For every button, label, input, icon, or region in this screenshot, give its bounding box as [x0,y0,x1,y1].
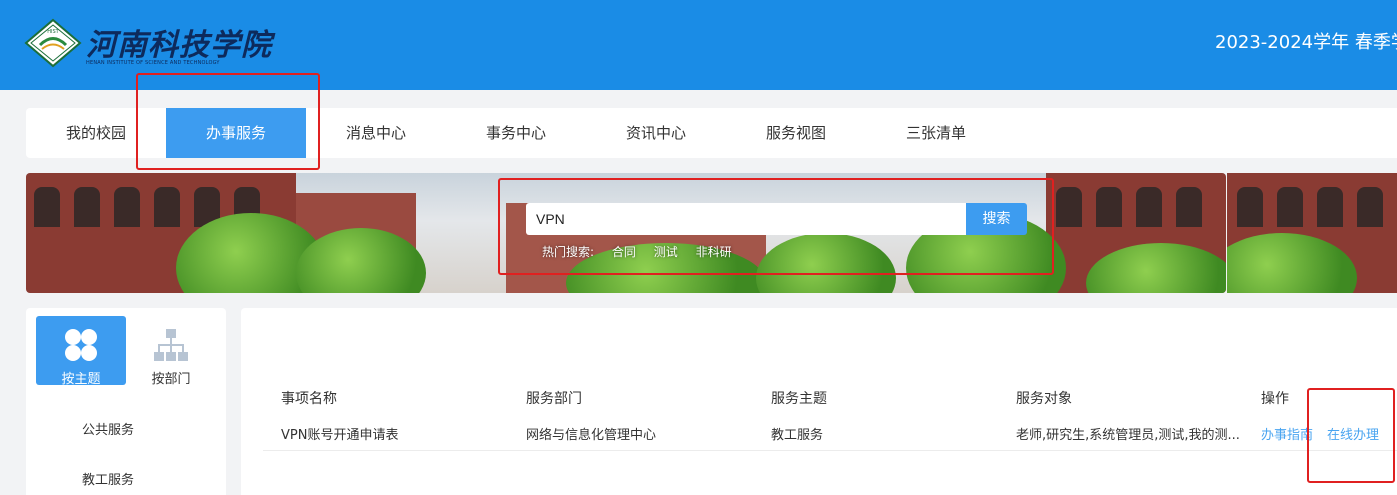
nav-affairs[interactable]: 事务中心 [446,108,586,158]
school-emblem-icon: HIST [24,18,82,68]
school-logo[interactable]: HIST 河南科技学院 HENAN INSTITUTE OF SCIENCE A… [24,16,271,72]
school-name: 河南科技学院 [86,28,272,63]
grid-icon [65,329,97,361]
row-divider [263,450,1397,451]
col-header-theme: 服务主题 [771,391,827,407]
annotation-box-nav [136,73,320,170]
campus-banner-next [1227,173,1397,293]
annotation-box-action [1307,388,1395,483]
tab-by-department[interactable]: 按部门 [126,316,216,387]
nav-news[interactable]: 资讯中心 [586,108,726,158]
row-name[interactable]: VPN账号开通申请表 [281,424,398,443]
tab-by-theme-label: 按主题 [61,372,101,387]
org-chart-icon [154,329,188,361]
row-department: 网络与信息化管理中心 [526,428,657,443]
row-target: 老师,研究生,系统管理员,测试,我的测... [1016,428,1240,443]
col-header-name: 事项名称 [281,391,337,407]
annotation-box-search [498,178,1054,275]
category-panel: 按主题 按部门 公共服务 教工服务 [26,308,226,495]
category-staff-services[interactable]: 教工服务 [82,469,134,488]
nav-messages[interactable]: 消息中心 [306,108,446,158]
category-public-services[interactable]: 公共服务 [82,419,134,438]
guide-link[interactable]: 办事指南 [1261,424,1313,443]
logo-badge: HIST [47,29,59,35]
nav-three-lists[interactable]: 三张清单 [866,108,1006,158]
col-header-actions: 操作 [1261,391,1289,407]
tab-by-department-label: 按部门 [151,372,191,387]
col-header-target: 服务对象 [1016,391,1072,407]
row-theme: 教工服务 [771,428,824,443]
col-header-department: 服务部门 [526,391,582,407]
tab-by-theme[interactable]: 按主题 [36,316,126,387]
term-label: 2023-2024学年 春季学 [1215,32,1397,53]
nav-service-view[interactable]: 服务视图 [726,108,866,158]
school-name-en: HENAN INSTITUTE OF SCIENCE AND TECHNOLOG… [86,60,220,66]
